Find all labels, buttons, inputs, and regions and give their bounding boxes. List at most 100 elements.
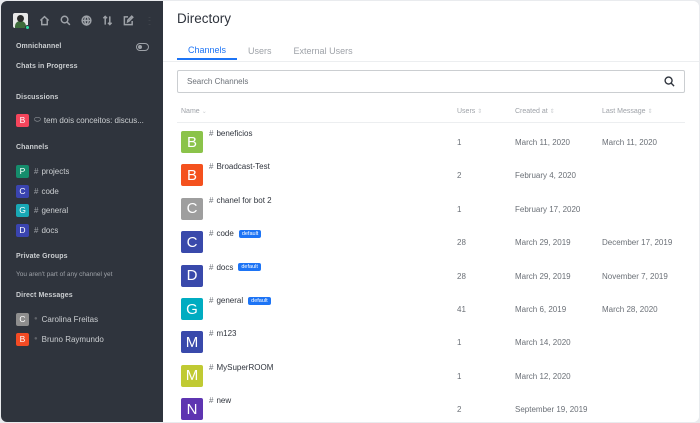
column-header-last-message[interactable]: Last Message ⇕ [602,108,653,115]
table-row[interactable]: M # m123 1 March 14, 2020 [177,325,697,358]
room-name: new [216,396,232,406]
presence-icon: ● [34,336,38,342]
hashtag-icon: # [34,225,39,235]
section-omnichannel: Omnichannel [16,43,62,50]
room-name: code [216,229,234,239]
sidebar-item-label: projects [41,166,70,176]
created-at: March 14, 2020 [515,338,571,348]
users-count: 1 [457,338,462,348]
hashtag-icon: # [209,129,214,138]
column-header-users[interactable]: Users ⇕ [457,108,482,115]
users-count: 2 [457,171,462,181]
created-at: March 29, 2019 [515,271,571,281]
tab-users[interactable]: Users [237,41,283,60]
channel-avatar: D [16,223,29,237]
tab-external-users[interactable]: External Users [283,41,364,60]
room-name: Broadcast-Test [216,162,270,172]
last-message: November 7, 2019 [602,271,668,281]
table-row[interactable]: C # chanel for bot 2 1 February 17, 2020 [177,192,697,225]
channel-avatar: G [16,203,29,217]
search-icon[interactable] [55,13,76,28]
created-at: March 6, 2019 [515,305,567,314]
default-badge: default [238,263,261,272]
room-name-cell: # MySuperROOM [209,363,273,372]
search-icon[interactable] [664,76,675,87]
room-avatar: B [181,131,203,153]
sidebar-item-label: code [41,186,59,196]
hashtag-icon: # [34,205,39,215]
omnichannel-toggle[interactable] [136,43,149,51]
directory-panel: Directory Channels Users External Users … [163,1,699,422]
search-box[interactable] [177,70,685,93]
table-row[interactable]: D # docs default 28 March 29, 2019 November 7,… [177,259,697,292]
created-at: March 29, 2019 [515,238,571,248]
sidebar-item-docs[interactable]: D # docs [16,223,58,237]
column-label: Users [457,108,476,115]
directory-tabs: Channels Users External Users [177,41,364,61]
page-title: Directory [177,11,232,26]
section-chats-in-progress: Chats in Progress [16,63,78,70]
channel-avatar: C [16,184,29,198]
tab-channels[interactable]: Channels [177,41,238,60]
presence-icon: ● [34,316,38,322]
hashtag-icon: # [209,296,214,305]
directory-globe-icon[interactable] [76,13,97,28]
hashtag-icon: # [209,229,214,239]
sidebar-item-general[interactable]: G # general [16,203,68,217]
sidebar-item-dm-bruno[interactable]: B ● Bruno Raymundo [16,332,104,346]
table-row[interactable]: B # beneficios 1 March 11, 2020 March 11, 202… [177,125,697,158]
table-row[interactable]: N # new 2 September 19, 2019 [177,392,697,422]
table-row[interactable]: G # general default 41 March 6, 2019 March 28,… [177,292,697,325]
room-avatar: C [181,197,203,220]
column-label: Created at [515,108,548,115]
sidebar-item-code[interactable]: C # code [16,184,59,198]
room-name-cell: # chanel for bot 2 [209,196,272,205]
create-new-icon[interactable] [118,13,139,28]
column-header-name[interactable]: Name ⌄ [181,108,207,115]
sidebar-item-dm-carolina[interactable]: C ● Carolina Freitas [16,312,98,326]
menu-kebab-icon[interactable] [139,13,160,28]
room-name: docs [216,262,234,272]
room-name: MySuperROOM [216,362,274,372]
hashtag-icon: # [209,362,214,372]
users-count: 41 [457,305,466,314]
room-name-cell: # docs default [209,263,261,272]
room-avatar: G [181,298,203,320]
room-name-cell: # code default [209,229,262,239]
users-count: 2 [457,405,462,415]
table-row[interactable]: C # code default 28 March 29, 2019 December 17… [177,225,697,258]
room-name-cell: # general default [209,296,271,305]
column-label: Last Message [602,108,646,115]
sidebar-item-label: tem dois conceitos: discus... [43,115,144,125]
sidebar: Omnichannel Chats in Progress Discussion… [1,1,163,422]
created-at: February 4, 2020 [515,171,576,181]
sidebar-item-discussion[interactable]: B ⬭ tem dois conceitos: discus... [16,113,144,127]
users-count: 1 [457,204,462,214]
search-input[interactable] [187,77,664,86]
home-icon[interactable] [34,13,55,28]
created-at: September 19, 2019 [515,405,588,415]
room-avatar: D [181,264,203,287]
users-count: 28 [457,238,466,248]
sidebar-item-projects[interactable]: P # projects [16,164,69,178]
users-count: 28 [457,271,466,281]
room-avatar: M [181,331,203,354]
column-header-created-at[interactable]: Created at ⇕ [515,108,555,115]
created-at: March 11, 2020 [515,138,570,147]
room-name: m123 [216,329,237,339]
hashtag-icon: # [209,162,214,172]
hashtag-icon: # [209,195,214,205]
default-badge: default [238,229,262,238]
sort-icon[interactable] [97,13,118,28]
sidebar-item-label: general [41,205,69,215]
last-message: March 11, 2020 [602,138,657,147]
room-avatar: M [181,364,203,387]
table-row[interactable]: M # MySuperROOM 1 March 12, 2020 [177,359,697,392]
table-row[interactable]: B # Broadcast-Test 2 February 4, 2020 [177,158,697,191]
sort-desc-icon: ⌄ [201,109,207,115]
last-message: December 17, 2019 [602,238,673,248]
table-header-divider [177,122,685,123]
hashtag-icon: # [209,262,214,272]
sort-icon: ⇕ [477,109,483,115]
hashtag-icon: # [34,186,39,196]
